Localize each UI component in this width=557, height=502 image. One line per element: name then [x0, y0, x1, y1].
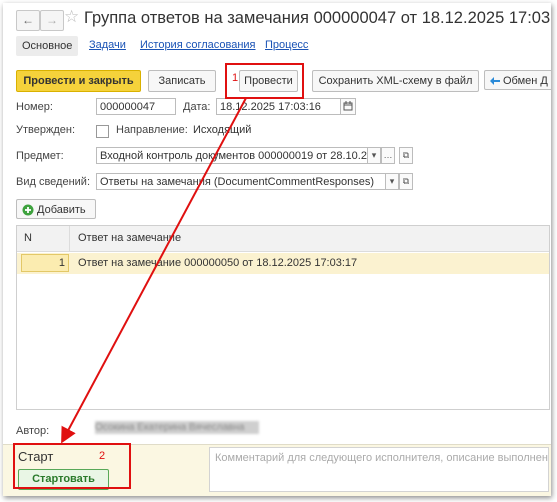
- annotation-arrow: [61, 97, 247, 444]
- arrow-line: [61, 97, 247, 444]
- document-window: ← → ☆ Группа ответов на замечания 000000…: [3, 3, 551, 496]
